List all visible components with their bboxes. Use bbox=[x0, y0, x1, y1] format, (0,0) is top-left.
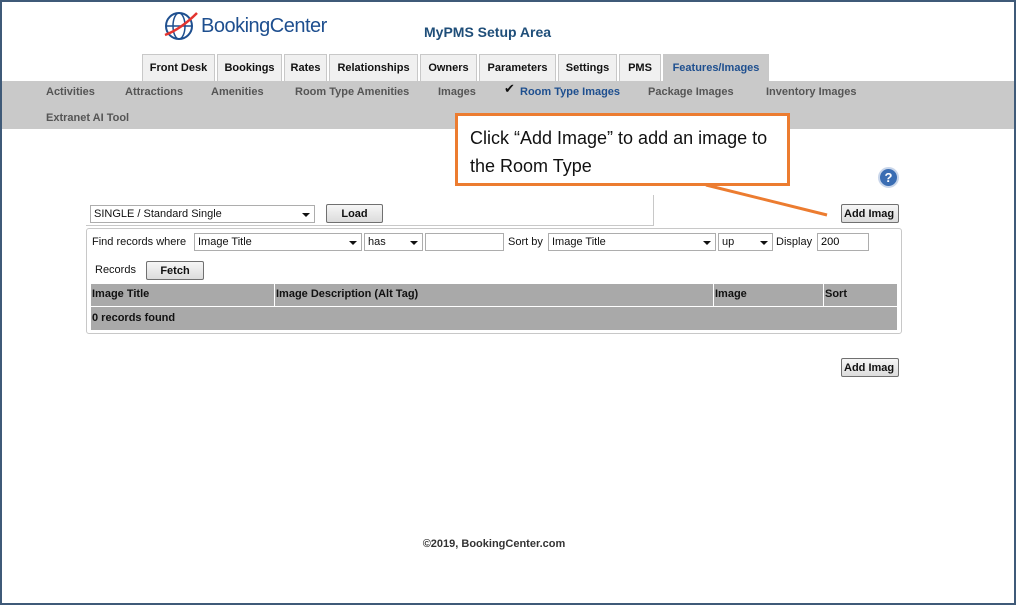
operator-select[interactable]: has bbox=[364, 233, 423, 251]
display-label: Display bbox=[776, 236, 813, 248]
sort-by-label: Sort by bbox=[508, 236, 543, 248]
find-records-label: Find records where bbox=[92, 236, 187, 248]
help-icon[interactable]: ? bbox=[878, 167, 899, 188]
sort-select-value: Image Title bbox=[552, 236, 606, 248]
column-header-image-title[interactable]: Image Title bbox=[91, 284, 275, 306]
globe-logo-icon bbox=[164, 12, 198, 40]
sort-select[interactable]: Image Title bbox=[548, 233, 716, 251]
empty-records-message: 0 records found bbox=[91, 307, 897, 330]
subnav-extranet-ai-tool[interactable]: Extranet AI Tool bbox=[46, 112, 129, 124]
footer-copyright: ©2019, BookingCenter.com bbox=[422, 538, 566, 550]
subnav-attractions[interactable]: Attractions bbox=[125, 86, 183, 98]
callout-box: Click “Add Image” to add an image to the… bbox=[455, 113, 790, 186]
tab-features-images[interactable]: Features/Images bbox=[663, 54, 769, 81]
tab-rates[interactable]: Rates bbox=[284, 54, 327, 81]
tab-owners[interactable]: Owners bbox=[420, 54, 477, 81]
subnav-images[interactable]: Images bbox=[438, 86, 476, 98]
subnav-room-type-amenities[interactable]: Room Type Amenities bbox=[295, 86, 409, 98]
add-image-button-bottom[interactable]: Add Imag bbox=[841, 358, 899, 377]
add-image-button-top[interactable]: Add Imag bbox=[841, 204, 899, 223]
subnav-package-images[interactable]: Package Images bbox=[648, 86, 734, 98]
fetch-button[interactable]: Fetch bbox=[146, 261, 204, 280]
tab-front-desk[interactable]: Front Desk bbox=[142, 54, 215, 81]
chevron-down-icon bbox=[410, 241, 418, 245]
direction-select-value: up bbox=[722, 236, 735, 248]
page-title: MyPMS Setup Area bbox=[424, 24, 552, 40]
tab-settings[interactable]: Settings bbox=[558, 54, 617, 81]
column-header-sort[interactable]: Sort bbox=[824, 284, 897, 306]
logo-text: BookingCenter bbox=[201, 14, 327, 37]
records-label: Records bbox=[95, 264, 136, 276]
table-header: Image Title Image Description (Alt Tag) … bbox=[91, 284, 897, 306]
room-type-select-value: SINGLE / Standard Single bbox=[94, 208, 222, 220]
field-select-value: Image Title bbox=[198, 236, 252, 248]
display-count-input[interactable]: 200 bbox=[817, 233, 869, 251]
search-input[interactable] bbox=[425, 233, 504, 251]
chevron-down-icon bbox=[302, 213, 310, 217]
direction-select[interactable]: up bbox=[718, 233, 773, 251]
operator-select-value: has bbox=[368, 236, 386, 248]
field-select[interactable]: Image Title bbox=[194, 233, 362, 251]
column-header-image[interactable]: Image bbox=[714, 284, 824, 306]
column-header-image-description[interactable]: Image Description (Alt Tag) bbox=[275, 284, 714, 306]
chevron-down-icon bbox=[760, 241, 768, 245]
subnav-room-type-images[interactable]: Room Type Images bbox=[520, 86, 620, 98]
subnav-activities[interactable]: Activities bbox=[46, 86, 95, 98]
main-tabs: Front Desk Bookings Rates Relationships … bbox=[142, 54, 771, 81]
subnav-amenities[interactable]: Amenities bbox=[211, 86, 264, 98]
checkmark-icon: ✔ bbox=[504, 81, 515, 96]
subnav-inventory-images[interactable]: Inventory Images bbox=[766, 86, 856, 98]
tab-parameters[interactable]: Parameters bbox=[479, 54, 556, 81]
tab-relationships[interactable]: Relationships bbox=[329, 54, 418, 81]
chevron-down-icon bbox=[703, 241, 711, 245]
load-button[interactable]: Load bbox=[326, 204, 383, 223]
records-table: Image Title Image Description (Alt Tag) … bbox=[91, 284, 897, 330]
bookingcenter-logo[interactable]: BookingCenter bbox=[163, 8, 327, 44]
tab-pms[interactable]: PMS bbox=[619, 54, 661, 81]
chevron-down-icon bbox=[349, 241, 357, 245]
tab-bookings[interactable]: Bookings bbox=[217, 54, 282, 81]
callout-text: Click “Add Image” to add an image to the… bbox=[470, 128, 768, 176]
room-type-select[interactable]: SINGLE / Standard Single bbox=[90, 205, 315, 223]
